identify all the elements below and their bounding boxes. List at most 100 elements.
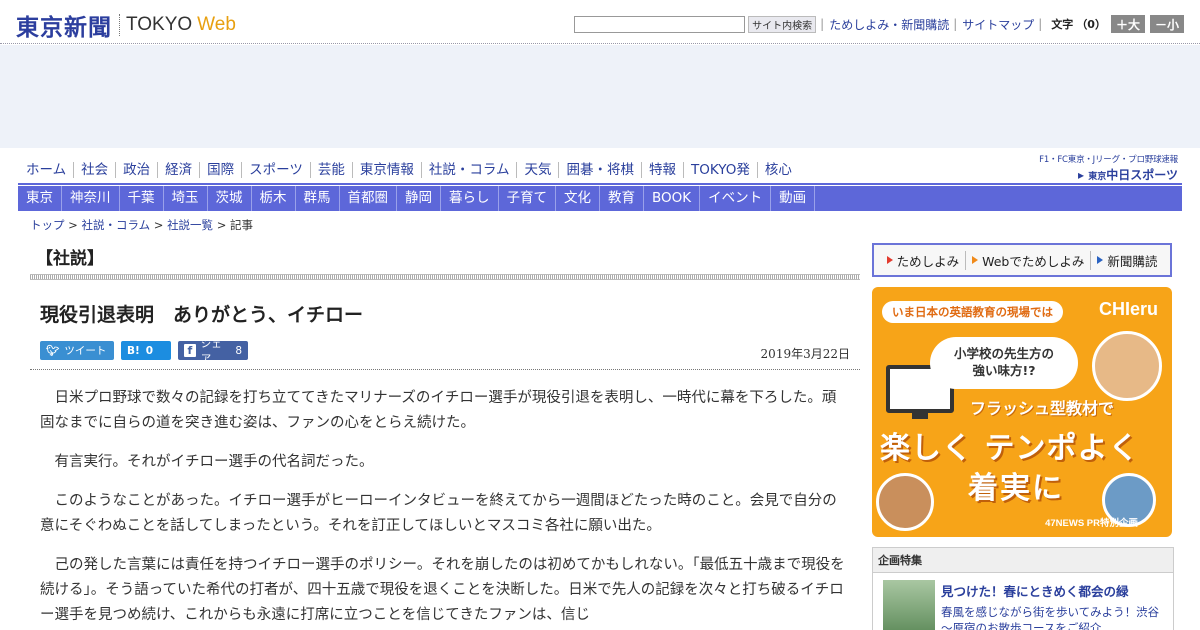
primary-nav-rule [18,183,1182,185]
regional-nav-item[interactable]: 文化 [556,186,600,211]
section-rule [30,274,860,280]
breadcrumb-current: 記事 [230,218,254,232]
pr-banner-ad[interactable]: いま日本の英語教育の現場では CHIeru 小学校の先生方の 強い味方!? フラ… [872,287,1172,537]
header-tools: サイト内検索 | ためしよみ・新聞購読 | サイトマップ | 文字 （0） ＋大… [574,15,1184,33]
site-search-input[interactable] [574,15,746,33]
primary-nav-item[interactable]: 芸能 [309,162,352,178]
primary-nav-item[interactable]: 社会 [73,162,115,178]
breadcrumb-top[interactable]: トップ [30,218,65,232]
triangle-icon [972,256,979,264]
font-smaller-button[interactable]: －小 [1149,15,1184,33]
breadcrumb-column[interactable]: 社説・コラム [81,218,150,232]
regional-nav-item[interactable]: 栃木 [252,186,296,211]
article-paragraph: 日米プロ野球で数々の記録を打ち立ててきたマリナーズのイチロー選手が現役引退を表明… [40,390,837,431]
header-divider: | [953,17,958,31]
primary-nav-item[interactable]: 社説・コラム [420,162,517,178]
trial-read-label: ためしよみ [896,253,960,269]
regional-nav-item[interactable]: BOOK [644,186,701,211]
subscribe-label: 新聞購読 [1107,253,1158,269]
primary-nav-item[interactable]: スポーツ [241,162,310,178]
primary-nav-item[interactable]: 政治 [115,162,157,178]
tweet-button[interactable]: 🐦︎ ツイート [40,341,114,360]
header-divider: | [820,17,825,31]
feature-description[interactable]: 春風を感じながら街を歩いてみよう！渋谷～原宿のお散歩コースをご紹介 [941,604,1169,630]
chunichi-sports-link[interactable]: F1・FC東京・Jリーグ・プロ野球速報 ▸ 東京中日スポーツ [1039,153,1178,183]
primary-nav-item[interactable]: 囲碁・将棋 [558,162,641,178]
trial-subscribe-link[interactable]: ためしよみ・新聞購読 [829,16,949,33]
breadcrumb: トップ > 社説・コラム > 社説一覧 > 記事 [30,217,253,233]
regional-nav-item[interactable]: 暮らし [441,186,499,211]
regional-nav-item[interactable]: 群馬 [296,186,340,211]
banner-headline: 楽しく テンポよく [880,431,1140,466]
social-share-bar: 🐦︎ ツイート B! 0 f シェア 8 [40,338,255,365]
child-photo [1092,331,1162,401]
section-title: 【社説】 [36,249,104,269]
hatena-icon: B! [127,344,140,357]
primary-nav-item[interactable]: 核心 [756,162,799,178]
sitemap-link[interactable]: サイトマップ [962,16,1034,33]
regional-nav-item[interactable]: 東京 [18,186,62,211]
logo-tokyo-shimbun: 東京新聞 [16,14,112,41]
bubble-line: 強い味方!? [972,363,1036,378]
chunichi-logo: ▸ 東京中日スポーツ [1039,166,1178,183]
primary-nav-item[interactable]: 国際 [199,162,241,178]
regional-nav-item[interactable]: イベント [700,186,772,211]
logo-web: Web [197,14,236,35]
regional-nav-item[interactable]: 神奈川 [62,186,120,211]
subscribe-link[interactable]: 新聞購読 [1090,250,1163,270]
site-logo[interactable]: 東京新聞 TOKYO Web [16,8,236,42]
site-header: 東京新聞 TOKYO Web サイト内検索 | ためしよみ・新聞購読 | サイト… [0,0,1200,44]
hatena-bookmark-button[interactable]: B! 0 [121,341,171,360]
feature-title: 企画特集 [873,548,1173,573]
regional-nav-item[interactable]: 埼玉 [164,186,208,211]
banner-subhead: フラッシュ型教材で [970,399,1115,418]
primary-nav-item[interactable]: ホーム [18,162,73,178]
regional-nav-item[interactable]: 首都圏 [340,186,397,211]
font-larger-button[interactable]: ＋大 [1110,15,1145,33]
web-trial-label: Webでためしよみ [982,253,1085,269]
chunichi-name: 中日スポーツ [1106,168,1178,182]
tweet-label: ツイート [64,345,107,357]
font-size-label: 文字 [1051,18,1074,31]
banner-footer: 47NEWS PR特別企画 [1045,518,1138,529]
regional-nav-item[interactable]: 茨城 [208,186,252,211]
monitor-stand [912,413,928,419]
twitter-bird-icon: 🐦︎ [46,345,60,357]
primary-nav-item[interactable]: 経済 [157,162,199,178]
chunichi-tagline: F1・FC東京・Jリーグ・プロ野球速報 [1039,155,1178,165]
feature-headline-link[interactable]: 見つけた！春にときめく都会の緑 [941,581,1129,600]
primary-nav-item[interactable]: TOKYO発 [682,162,757,178]
regional-nav-item[interactable]: 静岡 [397,186,441,211]
regional-nav-item[interactable]: 教育 [600,186,644,211]
regional-nav-item[interactable]: 動画 [771,186,816,211]
feature-box: 企画特集 見つけた！春にときめく都会の緑 春風を感じながら街を歩いてみよう！渋谷… [872,547,1174,630]
primary-nav-item[interactable]: 特報 [640,162,683,178]
breadcrumb-editorials[interactable]: 社説一覧 [167,218,213,232]
regional-nav-item[interactable]: 千葉 [120,186,164,211]
web-trial-link[interactable]: Webでためしよみ [965,250,1090,270]
breadcrumb-sep: > [153,218,164,232]
banner-headline-2: 着実に [968,471,1064,506]
breadcrumb-sep: > [68,218,78,232]
chunichi-name-small: 東京 [1088,172,1107,182]
logo-divider [119,14,120,36]
primary-nav-item[interactable]: 東京情報 [351,162,421,178]
facebook-share-button[interactable]: f シェア 8 [178,338,248,365]
arrow-icon: ▸ [1078,168,1085,182]
hatena-count: 0 [145,344,154,357]
primary-nav-item[interactable]: 天気 [516,162,558,178]
logo-tokyo: TOKYO [126,14,193,35]
primary-nav: ホーム 社会 政治 経済 国際 スポーツ 芸能 東京情報 社説・コラム 天気 囲碁・将棋 特報 TOKY… [18,158,1018,182]
regional-nav-item[interactable]: 子育て [499,186,556,211]
banner-bubble: 小学校の先生方の 強い味方!? [930,337,1078,389]
triangle-icon [886,256,893,264]
facebook-count: 8 [235,344,242,357]
trial-read-link[interactable]: ためしよみ [881,251,966,270]
ad-banner-area [0,45,1200,148]
article-paragraph: 己の発した言葉には責任を持つイチロー選手のポリシー。それを崩したのは初めてかもし… [40,557,845,623]
site-search-button[interactable]: サイト内検索 [748,15,817,33]
breadcrumb-sep: > [216,218,227,232]
header-divider: | [1038,17,1043,31]
bubble-line: 小学校の先生方の [953,346,1054,361]
feature-thumbnail[interactable] [883,580,935,630]
